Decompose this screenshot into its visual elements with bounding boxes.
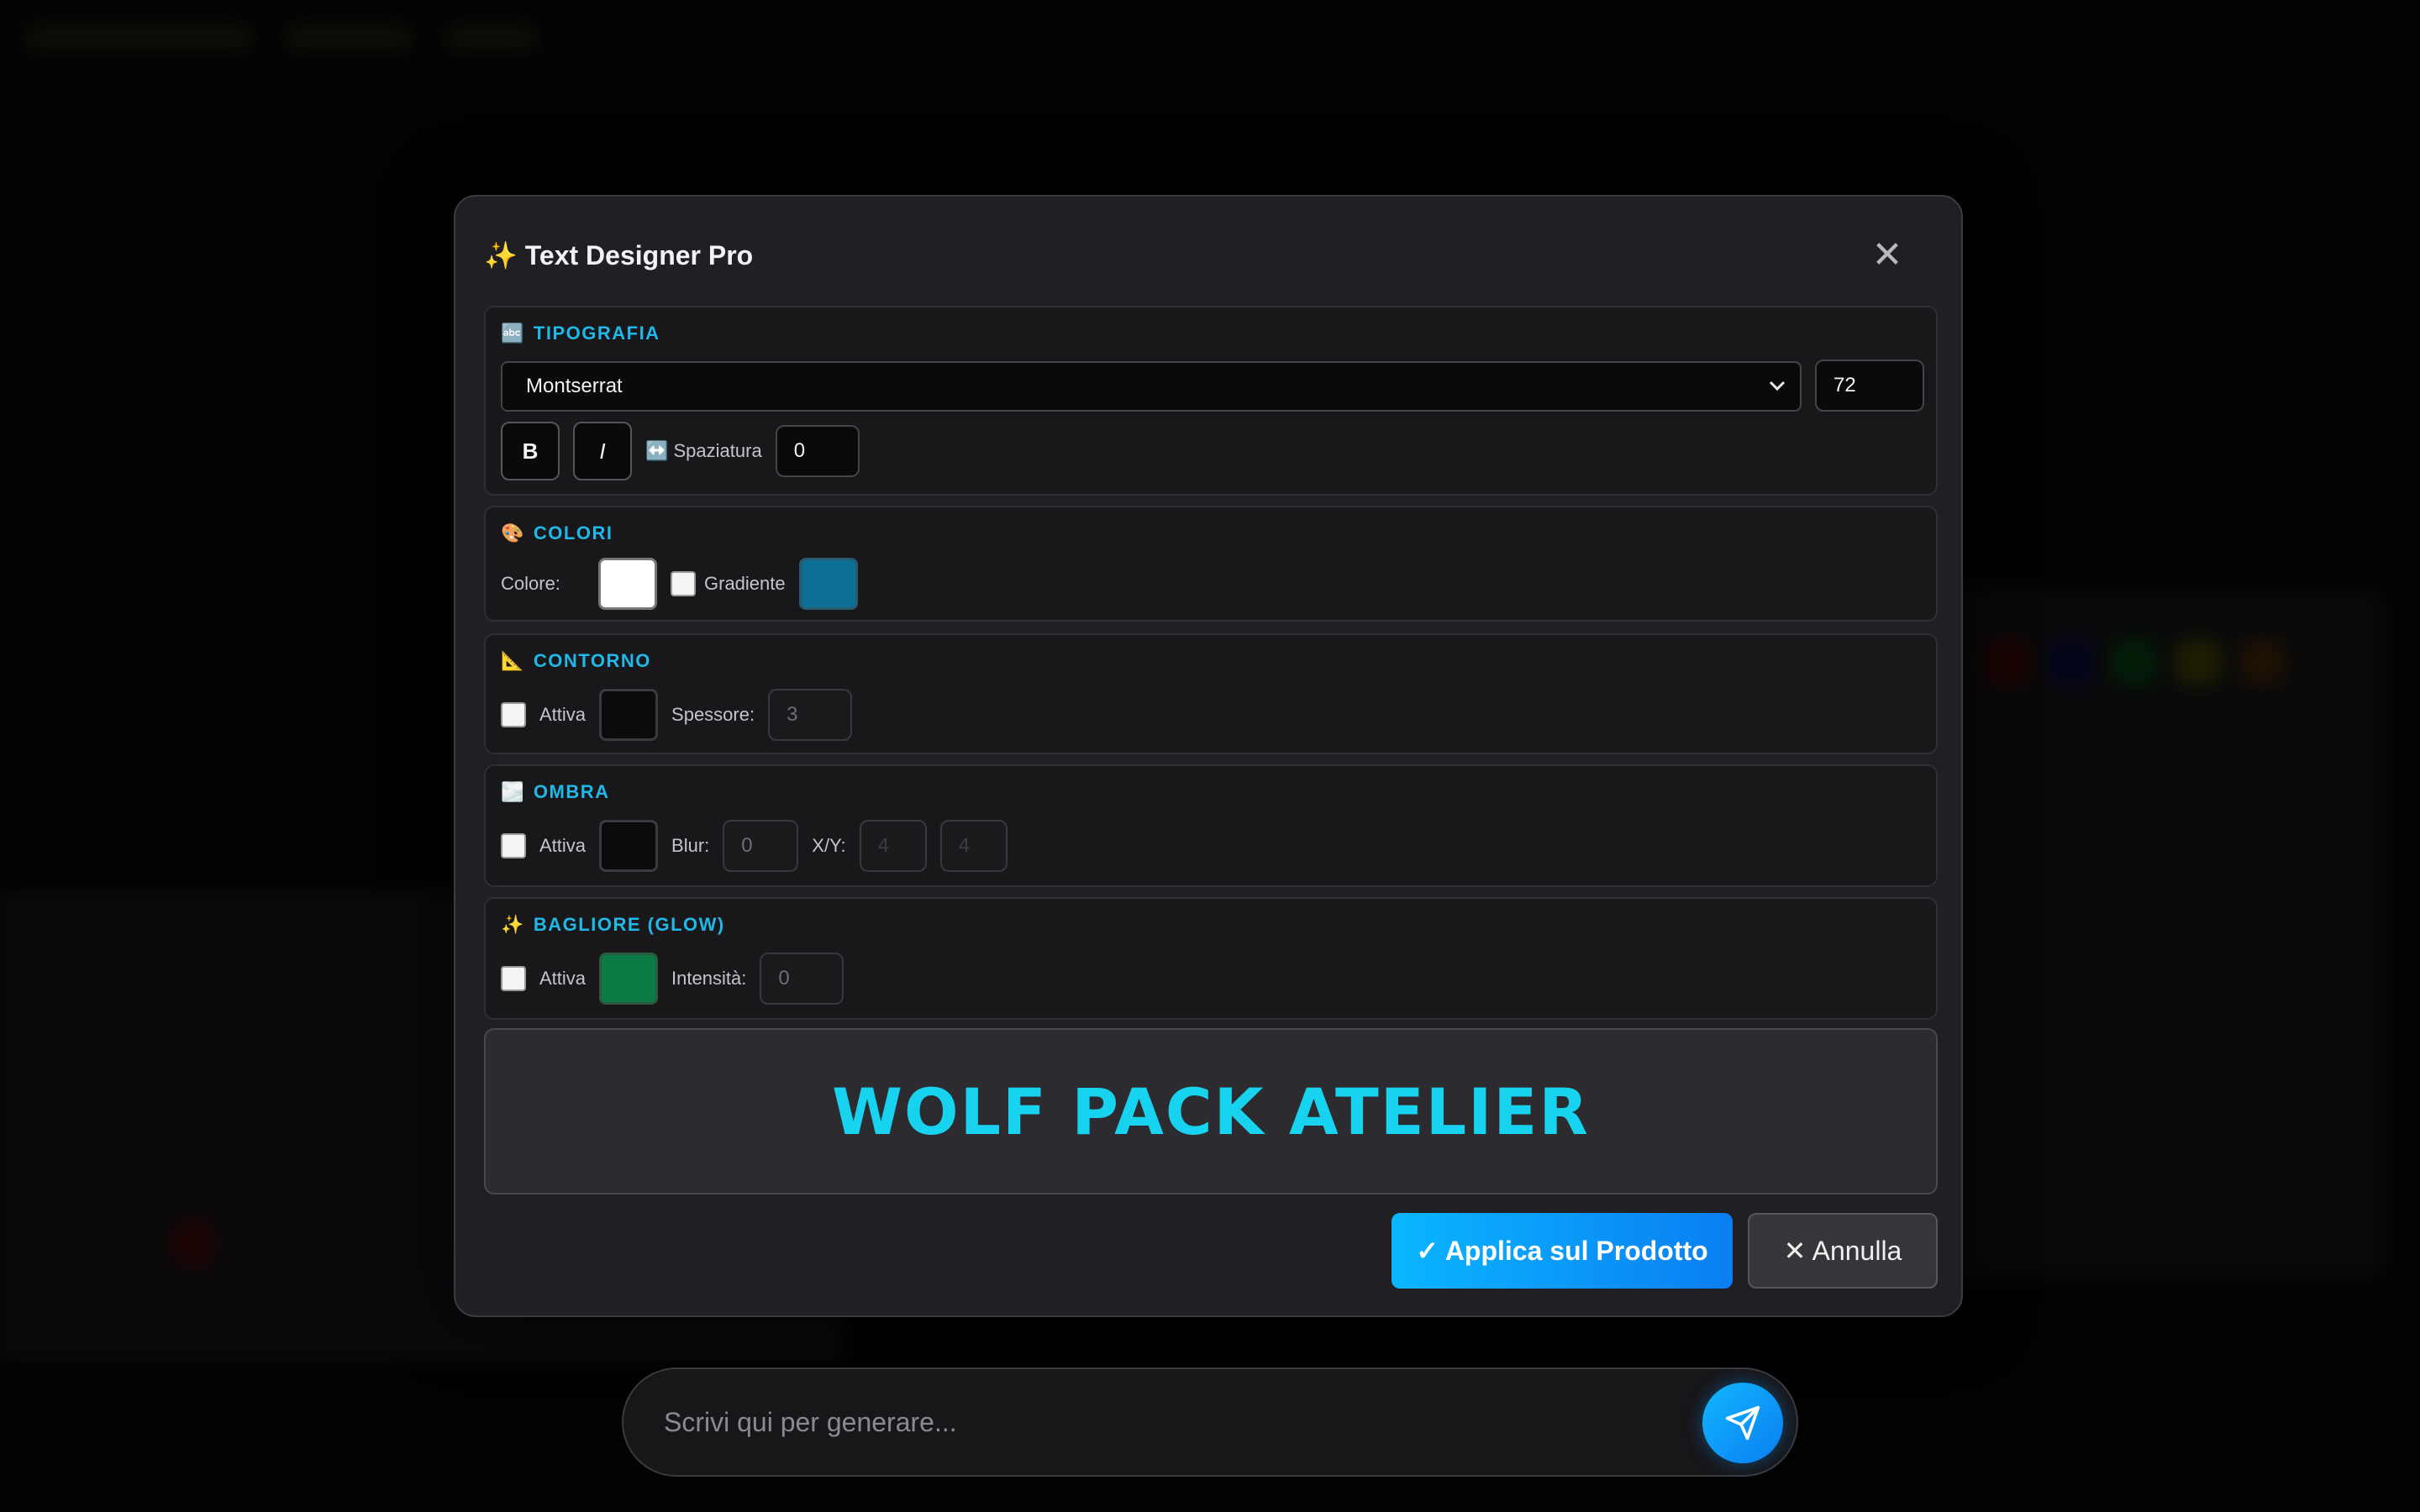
shadow-row: Attiva Blur: 0 X/Y: 4 4: [501, 820, 1007, 872]
glow-active-checkbox[interactable]: [501, 966, 526, 991]
colors-section: 🎨 COLORI Colore: Gradiente: [484, 506, 1938, 622]
typography-icon: 🔤: [501, 323, 525, 344]
modal-header: ✨ Text Designer Pro ✕: [484, 230, 1933, 281]
glow-intensity-label: Intensità:: [671, 968, 747, 989]
typography-title: 🔤 TIPOGRAFIA: [501, 323, 660, 344]
glow-active-label: Attiva: [539, 968, 587, 989]
gradient-label: Gradiente: [704, 573, 786, 594]
font-family-select[interactable]: Montserrat: [501, 361, 1802, 412]
outline-row: Attiva Spessore: 3: [501, 689, 853, 741]
glow-row: Attiva Intensità: 0: [501, 953, 844, 1005]
shadow-x-input[interactable]: 4: [859, 820, 927, 872]
modal-title: ✨ Text Designer Pro: [484, 240, 754, 270]
preview-text: WOLF PACK ATELIER: [832, 1074, 1590, 1149]
outline-active-label: Attiva: [539, 704, 587, 725]
shadow-xy-label: X/Y:: [812, 835, 846, 856]
font-family-value: Montserrat: [526, 375, 623, 397]
colors-row: Colore: Gradiente: [501, 558, 858, 610]
colors-title: 🎨 COLORI: [501, 522, 613, 543]
chat-input[interactable]: Scrivi qui per generare...: [664, 1369, 957, 1475]
cancel-button[interactable]: ✕ Annulla: [1748, 1213, 1938, 1289]
paper-plane-icon: [1725, 1405, 1760, 1441]
spacing-label: ↔️ Spaziatura: [645, 440, 762, 461]
shadow-y-input[interactable]: 4: [939, 820, 1007, 872]
outline-title: 📐 CONTORNO: [501, 650, 651, 671]
palette-icon: 🎨: [501, 522, 525, 543]
sparkles-icon: ✨: [501, 914, 525, 935]
text-preview: WOLF PACK ATELIER: [484, 1028, 1938, 1194]
shadow-blur-input[interactable]: 0: [723, 820, 799, 872]
triangle-ruler-icon: 📐: [501, 650, 525, 671]
apply-button[interactable]: ✓ Applica sul Prodotto: [1392, 1213, 1733, 1289]
italic-button[interactable]: I: [573, 422, 632, 480]
shadow-color-swatch[interactable]: [599, 820, 659, 872]
shadow-section: 🌫️ OMBRA Attiva Blur: 0 X/Y: 4 4: [484, 764, 1938, 887]
fog-icon: 🌫️: [501, 781, 525, 802]
gradient-checkbox[interactable]: [671, 571, 696, 596]
shadow-title: 🌫️ OMBRA: [501, 781, 610, 802]
outline-color-swatch[interactable]: [599, 689, 659, 741]
outline-thickness-input[interactable]: 3: [768, 689, 853, 741]
typography-row: B I ↔️ Spaziatura 0: [501, 422, 860, 480]
outline-section: 📐 CONTORNO Attiva Spessore: 3: [484, 633, 1938, 754]
shadow-active-checkbox[interactable]: [501, 833, 526, 858]
shadow-active-label: Attiva: [539, 835, 587, 856]
glow-title: ✨ BAGLIORE (GLOW): [501, 914, 725, 935]
font-size-input[interactable]: 72: [1815, 360, 1924, 412]
shadow-blur-label: Blur:: [671, 835, 710, 856]
text-designer-modal: ✨ Text Designer Pro ✕ 🔤 TIPOGRAFIA Montse…: [454, 195, 1963, 1317]
spacing-input[interactable]: 0: [775, 425, 860, 477]
chat-bar: Scrivi qui per generare...: [622, 1368, 1798, 1477]
bold-button[interactable]: B: [501, 422, 560, 480]
chevron-down-icon: [1768, 363, 1786, 428]
color-label: Colore:: [501, 573, 560, 594]
text-color-swatch[interactable]: [598, 558, 657, 610]
glow-intensity-input[interactable]: 0: [760, 953, 844, 1005]
glow-section: ✨ BAGLIORE (GLOW) Attiva Intensità: 0: [484, 897, 1938, 1020]
outline-thickness-label: Spessore:: [671, 704, 755, 725]
gradient-color-swatch[interactable]: [798, 558, 858, 610]
close-button[interactable]: ✕: [1867, 235, 1907, 276]
send-button[interactable]: [1702, 1383, 1783, 1463]
close-icon: ✕: [1871, 234, 1903, 276]
glow-color-swatch[interactable]: [599, 953, 659, 1005]
outline-active-checkbox[interactable]: [501, 702, 526, 727]
typography-section: 🔤 TIPOGRAFIA Montserrat 72 B I ↔️ Spaziat…: [484, 306, 1938, 496]
